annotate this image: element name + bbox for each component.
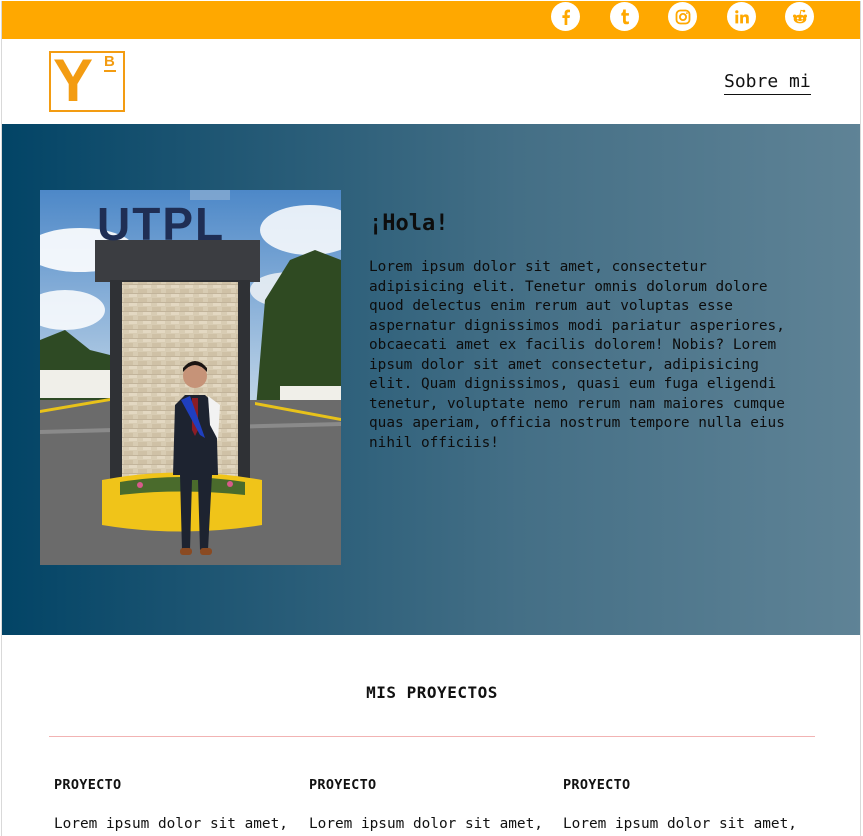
linkedin-icon [734, 9, 749, 23]
instagram-link[interactable] [668, 2, 697, 31]
hero-greeting: ¡Hola! [369, 211, 449, 236]
project-text: Lorem ipsum dolor sit amet, [309, 816, 543, 832]
logo-underline [104, 70, 116, 72]
page: Y B Sobre mi UTPL ¡Hola! Lorem ipsum dol… [1, 1, 861, 836]
logo-letter: Y [53, 47, 94, 114]
nav-link-sobre-mi[interactable]: Sobre mi [724, 71, 811, 95]
reddit-link[interactable] [785, 2, 814, 31]
top-bar [2, 1, 860, 39]
instagram-icon [675, 9, 690, 24]
header: Y B Sobre mi [2, 39, 860, 124]
tumblr-icon [620, 9, 629, 24]
hero-paragraph: Lorem ipsum dolor sit amet, consectetur … [369, 259, 785, 451]
tumblr-link[interactable] [610, 2, 639, 31]
project-title: PROYECTO [54, 777, 122, 793]
photo-sign-text: UTPL [97, 198, 225, 250]
reddit-icon [792, 9, 807, 23]
facebook-link[interactable] [551, 2, 580, 31]
logo[interactable]: Y B [49, 47, 125, 114]
project-card[interactable]: PROYECTO Lorem ipsum dolor sit amet, [54, 777, 304, 832]
logo-superscript: B [104, 53, 115, 70]
project-text: Lorem ipsum dolor sit amet, [54, 816, 288, 832]
projects-divider [49, 736, 815, 737]
projects-title: MIS PROYECTOS [366, 683, 498, 702]
profile-photo: UTPL [40, 190, 341, 565]
project-title: PROYECTO [309, 777, 377, 793]
project-card[interactable]: PROYECTO Lorem ipsum dolor sit amet, [309, 777, 559, 832]
hero-section: UTPL ¡Hola! Lorem ipsum dolor sit amet, … [2, 124, 860, 635]
project-text: Lorem ipsum dolor sit amet, [563, 816, 797, 832]
project-title: PROYECTO [563, 777, 631, 793]
linkedin-link[interactable] [727, 2, 756, 31]
facebook-icon [561, 9, 570, 25]
project-card[interactable]: PROYECTO Lorem ipsum dolor sit amet, [563, 777, 813, 832]
